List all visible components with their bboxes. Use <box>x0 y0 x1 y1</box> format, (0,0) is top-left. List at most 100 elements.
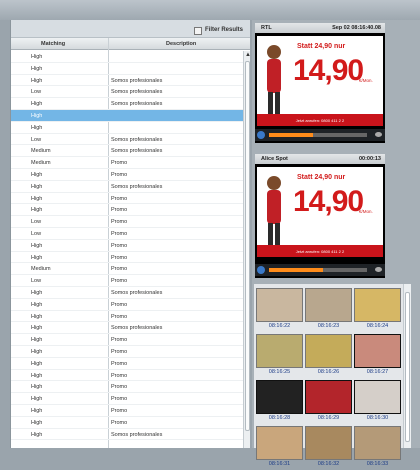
thumbnail[interactable]: 08:16:24 <box>354 288 401 332</box>
thumbnail[interactable]: 08:16:22 <box>256 288 303 332</box>
table-row[interactable]: High Promo <box>11 381 243 394</box>
thumbnail-timecode: 08:16:26 <box>317 369 340 375</box>
live-player: RTL Sep 02 08:16:40.08 Statt 24,90 nur 1… <box>255 23 385 143</box>
thumbnail-scrollbar[interactable] <box>403 284 411 448</box>
table-row[interactable]: High Somos profesionales <box>11 287 243 299</box>
filter-checkbox[interactable] <box>194 27 202 35</box>
table-scrollbar[interactable]: ▲ <box>243 51 250 448</box>
table-row[interactable]: High Somos profesionales <box>11 75 243 87</box>
table-row[interactable]: High <box>11 51 243 63</box>
thumbnail-timecode: 08:16:25 <box>268 369 291 375</box>
table-row[interactable]: Medium Promo <box>11 157 243 169</box>
live-video-frame[interactable]: Statt 24,90 nur 14,90 €/Mon. Jetzt anruf… <box>257 36 383 126</box>
table-row[interactable]: High Promo <box>11 299 243 311</box>
table-row[interactable]: High Promo <box>11 311 243 323</box>
description-column-header[interactable]: Description <box>166 41 196 47</box>
window-titlebar <box>0 0 420 20</box>
thumbnail-timecode: 08:16:30 <box>366 415 389 421</box>
thumbnail[interactable]: 08:16:28 <box>256 380 303 424</box>
description-cell: Somos profesionales <box>111 89 163 96</box>
spot-progress-bar[interactable] <box>269 268 367 272</box>
thumbnail[interactable]: 08:16:30 <box>354 380 401 424</box>
matching-cell: High <box>31 348 43 355</box>
table-row[interactable]: High Promo <box>11 358 243 370</box>
thumbnail-strip: 08:16:22 08:16:23 08:16:24 08:16:25 08:16:26… <box>254 284 411 467</box>
table-row[interactable]: High Promo <box>11 334 243 346</box>
results-panel: Filter Results Matching Description High… <box>10 20 250 448</box>
scroll-up-arrow-icon[interactable]: ▲ <box>245 52 250 58</box>
matching-cell: High <box>31 77 43 84</box>
table-row[interactable]: High Promo <box>11 240 243 252</box>
matching-cell: Low <box>31 230 42 237</box>
table-row[interactable]: Medium Promo <box>11 263 243 276</box>
table-row[interactable]: Low Promo <box>11 216 243 228</box>
matching-cell: Low <box>31 136 42 143</box>
table-row[interactable]: High Somos profesionales <box>11 98 243 110</box>
live-progress-bar[interactable] <box>269 133 367 137</box>
ad-statt-text: Statt 24,90 nur <box>297 174 346 181</box>
table-row[interactable]: Low Somos profesionales <box>11 134 243 146</box>
thumbnail[interactable]: 08:16:27 <box>354 334 401 378</box>
thumbnail[interactable]: 08:16:29 <box>305 380 352 424</box>
table-scrollbar-thumb[interactable] <box>245 61 250 431</box>
live-player-header: RTL Sep 02 08:16:40.08 <box>255 23 385 33</box>
table-row[interactable]: High <box>11 109 243 122</box>
table-row[interactable]: High Promo <box>11 169 243 181</box>
thumbnail[interactable]: 08:16:25 <box>256 334 303 378</box>
table-row[interactable]: High Promo <box>11 204 243 217</box>
table-row[interactable]: High <box>11 63 243 75</box>
table-row[interactable]: High Promo <box>11 346 243 358</box>
thumbnail[interactable]: 08:16:31 <box>256 426 303 470</box>
matching-cell: High <box>31 301 43 308</box>
table-row[interactable]: High Promo <box>11 405 243 417</box>
matching-cell: High <box>31 360 43 367</box>
description-cell: Promo <box>111 372 128 379</box>
table-row[interactable]: High Promo <box>11 193 243 205</box>
results-table-body: High High High Somos profesionales Low Somos … <box>11 51 243 441</box>
eye-icon[interactable] <box>375 267 382 272</box>
play-button[interactable] <box>257 131 265 139</box>
table-row[interactable]: Low Somos profesionales <box>11 86 243 99</box>
description-cell: Promo <box>111 278 128 285</box>
thumbnail[interactable]: 08:16:32 <box>305 426 352 470</box>
live-timestamp: Sep 02 08:16:40.08 <box>332 25 381 31</box>
table-row[interactable]: High <box>11 122 243 134</box>
table-row[interactable]: Low Promo <box>11 275 243 287</box>
live-player-controls <box>255 129 385 141</box>
description-cell: Promo <box>111 348 128 355</box>
description-cell: Promo <box>111 160 128 167</box>
ad-unit: €/Mon. <box>359 78 373 83</box>
description-cell: Somos profesionales <box>111 325 163 332</box>
thumbnail-timecode: 08:16:23 <box>317 323 340 329</box>
description-cell: Somos profesionales <box>111 183 163 190</box>
spot-video-frame[interactable]: Statt 24,90 nur 14,90 €/Mon. Jetzt anruf… <box>257 167 383 257</box>
table-row[interactable]: High Promo <box>11 252 243 264</box>
matching-cell: High <box>31 195 43 202</box>
description-cell: Promo <box>111 266 128 273</box>
eye-icon[interactable] <box>375 132 382 137</box>
matching-cell: High <box>31 101 43 108</box>
thumbnail[interactable]: 08:16:33 <box>354 426 401 470</box>
description-cell: Somos profesionales <box>111 101 163 108</box>
thumbnail-image <box>305 334 352 368</box>
thumbnail-scrollbar-thumb[interactable] <box>405 292 410 442</box>
matching-cell: High <box>31 242 43 249</box>
table-row[interactable]: High Promo <box>11 417 243 429</box>
table-row[interactable]: High Somos profesionales <box>11 181 243 193</box>
table-row[interactable]: High Promo <box>11 393 243 405</box>
thumbnail[interactable]: 08:16:26 <box>305 334 352 378</box>
description-cell: Somos profesionales <box>111 77 163 84</box>
matching-cell: High <box>31 289 43 296</box>
matching-cell: High <box>31 171 43 178</box>
play-button[interactable] <box>257 266 265 274</box>
table-row[interactable]: Low Promo <box>11 228 243 240</box>
table-row[interactable]: High Promo <box>11 370 243 382</box>
thumbnail[interactable]: 08:16:23 <box>305 288 352 332</box>
table-row[interactable]: Medium Somos profesionales <box>11 145 243 158</box>
matching-column-header[interactable]: Matching <box>41 41 65 47</box>
table-row[interactable]: High Somos profesionales <box>11 429 243 441</box>
matching-cell: High <box>31 419 43 426</box>
description-cell: Somos profesionales <box>111 289 163 296</box>
table-row[interactable]: High Somos profesionales <box>11 322 243 335</box>
spot-progress-fill <box>269 268 323 272</box>
